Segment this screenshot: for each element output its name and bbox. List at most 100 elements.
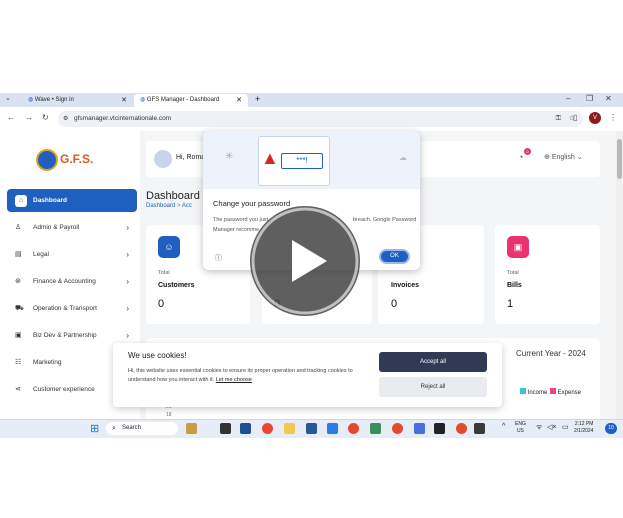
task-view-icon[interactable] bbox=[220, 423, 231, 434]
user-icon: ♙ bbox=[15, 224, 22, 231]
notification-center-badge[interactable]: 10 bbox=[605, 423, 617, 434]
chevron-right-icon: › bbox=[126, 250, 129, 259]
legend-swatch bbox=[550, 388, 556, 394]
calendar-app-icon[interactable] bbox=[414, 423, 425, 434]
address-bar-row: ← → ↻ ⚙ gfsmanager.vtcinternationale.com… bbox=[0, 107, 623, 132]
notification-badge: 0 bbox=[524, 148, 531, 155]
search-label: Search bbox=[122, 425, 142, 431]
chevron-down-icon: ⌄ bbox=[576, 154, 583, 161]
sidebar-item-legal[interactable]: ▤ Legal › bbox=[7, 243, 137, 266]
close-tab-icon[interactable]: ✕ bbox=[121, 94, 127, 107]
url-field[interactable]: ⚙ gfsmanager.vtcinternationale.com ⚿ ☆ bbox=[58, 111, 583, 127]
tab-list-chevron-icon[interactable]: ⌄ bbox=[5, 94, 11, 102]
browser-menu-icon[interactable]: ⋮ bbox=[609, 113, 617, 122]
wifi-icon[interactable]: ᯤ bbox=[536, 423, 542, 432]
windows-taskbar: ⊞ ⌕ Search ^ ENG US ᯤ ◁× ▭ 2:12 PM 2/1/2… bbox=[0, 419, 623, 438]
legend-expense[interactable]: Expense bbox=[550, 388, 581, 396]
chrome-icon[interactable] bbox=[262, 423, 273, 434]
sidebar-item-operation-transport[interactable]: ⛟ Operation & Transport › bbox=[7, 297, 137, 320]
legend-label: Expense bbox=[557, 390, 582, 396]
word-icon[interactable] bbox=[306, 423, 317, 434]
close-tab-icon[interactable]: ✕ bbox=[236, 94, 242, 107]
clock-time: 2:12 PM bbox=[574, 421, 594, 427]
reject-all-button[interactable]: Reject all bbox=[379, 377, 487, 397]
document-icon: ▤ bbox=[15, 251, 22, 258]
tab-gfs-dashboard[interactable]: ◍ GFS Manager - Dashboard ✕ bbox=[134, 94, 248, 107]
warning-icon: ▲ bbox=[261, 148, 279, 168]
reload-icon[interactable]: ↻ bbox=[42, 113, 49, 122]
side-panel-icon[interactable]: ▯ bbox=[573, 113, 577, 122]
url-text: gfsmanager.vtcinternationale.com bbox=[74, 115, 172, 122]
breadcrumb-separator: > bbox=[177, 203, 181, 209]
close-window-icon[interactable]: ✕ bbox=[605, 94, 612, 103]
app-icon[interactable] bbox=[370, 423, 381, 434]
share-icon: ⋖ bbox=[15, 386, 21, 393]
skype-icon[interactable] bbox=[327, 423, 338, 434]
gfs-favicon-icon: ◍ bbox=[140, 97, 146, 103]
truck-icon: ⛟ bbox=[15, 305, 24, 312]
breadcrumb-home[interactable]: Dashboard bbox=[146, 203, 175, 209]
chrome-third-icon[interactable] bbox=[456, 423, 467, 434]
cloud-icon: ☁ bbox=[399, 153, 407, 162]
tab-wave-sign-in[interactable]: ◍ Wave • Sign in ✕ bbox=[22, 94, 133, 107]
sidebar-item-label: Marketing bbox=[33, 359, 62, 366]
card-title: Customers bbox=[158, 282, 195, 289]
profile-avatar[interactable]: V bbox=[589, 112, 601, 124]
language-selector[interactable]: ⊕ English ⌄ bbox=[544, 153, 583, 161]
dialog-illustration: ✳ ▲ ***! ☁ bbox=[203, 131, 420, 189]
globe-icon: ⊕ bbox=[544, 154, 550, 161]
sidebar-item-admin-payroll[interactable]: ♙ Admin & Payroll › bbox=[7, 216, 137, 239]
battery-icon[interactable]: ▭ bbox=[562, 423, 569, 431]
tray-expand-icon[interactable]: ^ bbox=[502, 423, 505, 430]
windows-start-icon[interactable]: ⊞ bbox=[90, 422, 99, 435]
forward-icon[interactable]: → bbox=[25, 113, 33, 122]
gfs-logo[interactable]: G.F.S. bbox=[36, 149, 106, 171]
app-extra-icon[interactable] bbox=[474, 423, 485, 434]
notification-icon[interactable]: ◔ bbox=[518, 152, 523, 162]
input-language[interactable]: ENG US bbox=[515, 421, 526, 435]
play-icon bbox=[251, 207, 359, 315]
chrome-profile-icon[interactable] bbox=[348, 423, 359, 434]
sidebar-item-label: Biz Dev & Partnership bbox=[33, 332, 97, 339]
info-icon[interactable]: ⓘ bbox=[215, 253, 222, 263]
password-key-icon[interactable]: ⚿ bbox=[556, 111, 561, 127]
avatar[interactable] bbox=[154, 150, 172, 168]
minimize-icon[interactable]: – bbox=[566, 94, 570, 103]
page-scrollbar[interactable] bbox=[616, 131, 623, 419]
taskbar-search[interactable]: ⌕ Search bbox=[106, 422, 178, 435]
video-play-button[interactable] bbox=[250, 206, 360, 316]
widgets-icon[interactable] bbox=[186, 423, 197, 434]
volume-icon[interactable]: ◁× bbox=[547, 423, 556, 431]
back-icon[interactable]: ← bbox=[7, 113, 15, 122]
sidebar-item-dashboard[interactable]: ⌂ Dashboard bbox=[7, 189, 137, 212]
restore-icon[interactable]: ❐ bbox=[586, 94, 593, 103]
scrollbar-thumb[interactable] bbox=[617, 139, 622, 179]
globe-logo-icon bbox=[36, 149, 58, 171]
chevron-right-icon: › bbox=[126, 304, 129, 313]
photoshop-icon[interactable] bbox=[240, 423, 251, 434]
home-icon: ⌂ bbox=[15, 195, 27, 207]
finance-icon: ⊛ bbox=[15, 278, 21, 285]
file-explorer-icon[interactable] bbox=[284, 423, 295, 434]
legend-label: Income bbox=[527, 390, 548, 396]
stat-card-bills[interactable]: ▣ Total Bills 1 bbox=[495, 225, 600, 324]
chart-heading: Current Year - 2024 bbox=[516, 349, 586, 358]
card-title: Bills bbox=[507, 282, 522, 289]
clock-date: 2/1/2024 bbox=[574, 428, 594, 434]
sidebar-item-label: Customer experience bbox=[33, 386, 95, 393]
dialog-body-mid: breach. Google Password bbox=[353, 217, 417, 223]
browser-tab-bar: ⌄ ◍ Wave • Sign in ✕ ◍ GFS Manager - Das… bbox=[0, 93, 623, 107]
site-info-icon[interactable]: ⚙ bbox=[63, 111, 68, 127]
cookie-banner: We use cookies! Hi, this website uses es… bbox=[113, 343, 502, 407]
lang-bottom: US bbox=[516, 428, 524, 434]
chrome-alt-icon[interactable] bbox=[392, 423, 403, 434]
legend-income[interactable]: Income bbox=[520, 388, 547, 396]
let-me-choose-link[interactable]: Let me choose bbox=[216, 377, 252, 383]
ok-button[interactable]: OK bbox=[379, 249, 410, 264]
sidebar-item-finance-accounting[interactable]: ⊛ Finance & Accounting › bbox=[7, 270, 137, 293]
clock[interactable]: 2:12 PM 2/1/2024 bbox=[574, 421, 593, 435]
accept-all-button[interactable]: Accept all bbox=[379, 352, 487, 372]
app-dark-icon[interactable] bbox=[434, 423, 445, 434]
cookie-title: We use cookies! bbox=[128, 351, 187, 360]
new-tab-button[interactable]: + bbox=[255, 93, 260, 106]
